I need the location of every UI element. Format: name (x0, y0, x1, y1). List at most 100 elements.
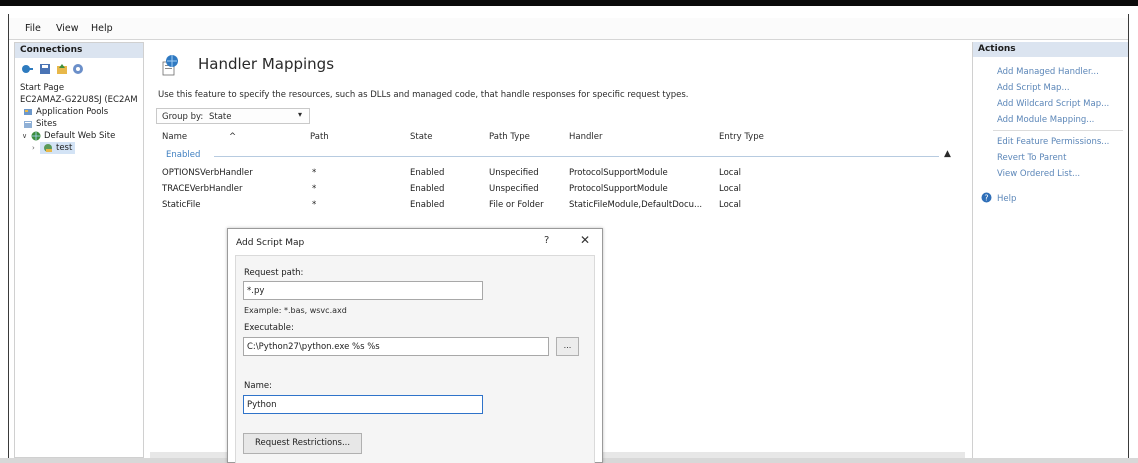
name-label: Name: (244, 381, 272, 391)
cell-handler: ProtocolSupportModule (569, 168, 668, 178)
dropdown-arrow-icon: ▾ (297, 110, 302, 119)
dialog-title: Add Script Map (236, 238, 305, 248)
tree-server[interactable]: EC2AMAZ-G22U8SJ (EC2AM (20, 94, 145, 106)
handler-mappings-icon (161, 54, 181, 76)
actions-pane: Actions Add Managed Handler... Add Scrip… (972, 42, 1128, 458)
page-description: Use this feature to specify the resource… (158, 90, 689, 100)
cell-handler: StaticFileModule,DefaultDocu... (569, 200, 703, 210)
tree-sites[interactable]: Sites (20, 118, 145, 130)
tree-application-pools[interactable]: Application Pools (20, 106, 145, 118)
table-row[interactable]: OPTIONSVerbHandler * Enabled Unspecified… (156, 165, 960, 181)
add-managed-handler-link[interactable]: Add Managed Handler... (997, 67, 1099, 77)
name-input[interactable] (243, 395, 483, 414)
group-enabled-label: Enabled (166, 150, 201, 160)
tree-test[interactable]: › test (20, 142, 145, 154)
help-link-label: Help (997, 194, 1017, 204)
actions-header: Actions (973, 42, 1128, 57)
cell-entry-type: Local (719, 184, 742, 194)
menu-file[interactable]: File (25, 23, 41, 34)
table-row[interactable]: TRACEVerbHandler * Enabled Unspecified P… (156, 181, 960, 197)
add-script-map-dialog: Add Script Map ? ✕ Request path: Example… (227, 228, 603, 463)
actions-divider (993, 130, 1123, 131)
window-left-edge (8, 14, 9, 458)
connections-toolbar (21, 62, 85, 76)
column-state[interactable]: State (410, 132, 433, 142)
cell-path: * (312, 184, 317, 194)
tree-application-pools-label: Application Pools (36, 107, 109, 117)
menu-bar: File View Help (9, 18, 1128, 40)
executable-label: Executable: (244, 323, 294, 333)
cell-name: StaticFile (162, 200, 201, 210)
request-path-label: Request path: (244, 268, 304, 278)
cell-name: TRACEVerbHandler (162, 184, 243, 194)
column-entry-type[interactable]: Entry Type (719, 132, 764, 142)
column-path-type[interactable]: Path Type (489, 132, 530, 142)
web-app-icon (43, 143, 53, 153)
svg-text:?: ? (984, 193, 988, 202)
grid-header: Name ^ Path State Path Type Handler Entr… (156, 128, 960, 148)
group-collapse-icon[interactable]: ▲ (944, 149, 951, 159)
edit-feature-permissions-link[interactable]: Edit Feature Permissions... (997, 137, 1109, 147)
dialog-help-button[interactable]: ? (544, 235, 549, 246)
column-handler[interactable]: Handler (569, 132, 602, 142)
app-pools-icon (23, 107, 33, 117)
page-title: Handler Mappings (198, 55, 335, 73)
view-ordered-list-link[interactable]: View Ordered List... (997, 169, 1080, 179)
group-divider (214, 156, 939, 157)
cell-state: Enabled (410, 168, 445, 178)
cell-path-type: Unspecified (489, 168, 539, 178)
tree-test-selection: test (40, 142, 76, 154)
window-right-edge (1128, 14, 1129, 458)
cell-state: Enabled (410, 200, 445, 210)
tree-start-page-label: Start Page (20, 83, 65, 93)
menu-view[interactable]: View (56, 23, 79, 34)
up-folder-icon[interactable] (55, 63, 68, 75)
expand-chevron-icon[interactable]: ∨ (22, 130, 31, 142)
group-by-value: State (209, 112, 232, 122)
revert-to-parent-link[interactable]: Revert To Parent (997, 153, 1066, 163)
table-row[interactable]: StaticFile * Enabled File or Folder Stat… (156, 197, 960, 213)
tree-test-label: test (56, 143, 73, 153)
connections-tree: Start Page EC2AMAZ-G22U8SJ (EC2AM Applic… (20, 82, 145, 154)
cell-path-type: File or Folder (489, 200, 544, 210)
request-path-input[interactable] (243, 281, 483, 300)
save-icon[interactable] (38, 63, 51, 75)
cell-entry-type: Local (719, 168, 742, 178)
add-script-map-link[interactable]: Add Script Map... (997, 83, 1070, 93)
help-icon: ? (981, 192, 992, 206)
request-path-example: Example: *.bas, wsvc.axd (244, 306, 347, 315)
cell-path-type: Unspecified (489, 184, 539, 194)
sites-folder-icon (23, 119, 33, 129)
executable-input[interactable] (243, 337, 549, 356)
tree-server-label: EC2AMAZ-G22U8SJ (EC2AM (20, 95, 138, 105)
cell-name: OPTIONSVerbHandler (162, 168, 253, 178)
sort-caret-icon: ^ (229, 132, 237, 142)
connections-header: Connections (15, 43, 143, 58)
connections-pane: Connections Start Page EC2AMAZ-G22U8SJ (… (14, 42, 144, 458)
dialog-close-button[interactable]: ✕ (580, 233, 590, 247)
connect-icon[interactable] (21, 63, 34, 75)
cell-entry-type: Local (719, 200, 742, 210)
group-enabled[interactable]: Enabled ▲ (156, 147, 960, 163)
group-by-label: Group by: (162, 112, 204, 122)
collapse-chevron-icon[interactable]: › (32, 142, 40, 154)
column-name[interactable]: Name (162, 132, 187, 142)
cell-path: * (312, 200, 317, 210)
column-path[interactable]: Path (310, 132, 329, 142)
dialog-body: Request path: Example: *.bas, wsvc.axd E… (235, 255, 595, 463)
globe-icon (31, 131, 41, 141)
tree-default-web-site[interactable]: ∨ Default Web Site (20, 130, 145, 142)
cell-handler: ProtocolSupportModule (569, 184, 668, 194)
cell-path: * (312, 168, 317, 178)
browse-button[interactable]: ... (556, 337, 579, 356)
menu-help[interactable]: Help (91, 23, 113, 34)
refresh-connection-icon[interactable] (72, 63, 85, 75)
tree-start-page[interactable]: Start Page (20, 82, 145, 94)
cell-state: Enabled (410, 184, 445, 194)
add-wildcard-script-map-link[interactable]: Add Wildcard Script Map... (997, 99, 1109, 109)
help-action[interactable]: ? Help (981, 192, 1016, 206)
tree-sites-label: Sites (36, 119, 57, 129)
add-module-mapping-link[interactable]: Add Module Mapping... (997, 115, 1094, 125)
group-by-dropdown[interactable]: Group by: State ▾ (156, 108, 310, 124)
request-restrictions-button[interactable]: Request Restrictions... (243, 433, 363, 454)
